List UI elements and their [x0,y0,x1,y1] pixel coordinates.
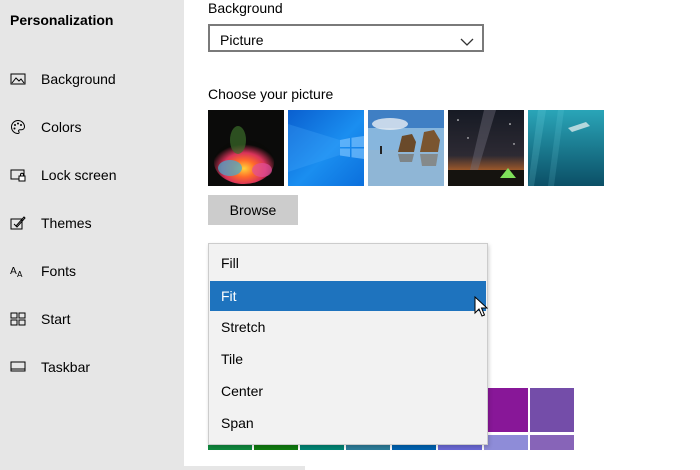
sidebar-item-label: Themes [41,215,92,231]
picture-thumbnail-beach-rocks[interactable] [368,110,444,186]
sidebar: Personalization Background Colors Lock s… [0,0,184,470]
dropdown-option-tile[interactable]: Tile [210,344,486,374]
color-swatch[interactable] [530,388,574,432]
sidebar-item-label: Lock screen [41,167,117,183]
sidebar-item-label: Fonts [41,263,77,279]
dropdown-option-stretch[interactable]: Stretch [210,312,486,342]
color-swatch[interactable] [484,435,528,450]
settings-window: Personalization Background Colors Lock s… [0,0,700,470]
choose-picture-label: Choose your picture [208,86,334,102]
sidebar-item-label: Taskbar [41,359,91,375]
themes-icon [10,215,26,231]
sidebar-item-colors[interactable]: Colors [0,107,184,147]
chevron-down-icon [460,34,474,46]
picture-thumbnail-color-powder[interactable] [208,110,284,186]
dropdown-option-span[interactable]: Span [210,408,486,438]
color-swatch[interactable] [530,435,574,450]
background-type-value: Picture [220,32,264,48]
sidebar-item-label: Start [41,311,71,327]
sidebar-item-themes[interactable]: Themes [0,203,184,243]
mouse-cursor-icon [474,295,489,318]
dropdown-option-fit[interactable]: Fit [210,281,486,311]
palette-icon [10,119,26,135]
sidebar-title: Personalization [10,12,114,28]
svg-text:A: A [17,270,23,279]
sidebar-item-lock-screen[interactable]: Lock screen [0,155,184,195]
sidebar-item-background[interactable]: Background [0,59,184,99]
start-icon [10,311,26,327]
sidebar-item-label: Colors [41,119,82,135]
background-type-select[interactable]: Picture [208,24,484,52]
svg-text:A: A [10,266,17,277]
lock-screen-icon [10,167,26,183]
picture-thumbnail-windows-blue[interactable] [288,110,364,186]
dropdown-option-center[interactable]: Center [210,376,486,406]
sidebar-item-label: Background [41,71,116,87]
picture-thumbnail-night-sky-tent[interactable] [448,110,524,186]
sidebar-item-start[interactable]: Start [0,299,184,339]
sidebar-item-taskbar[interactable]: Taskbar [0,347,184,387]
picture-thumbnail-underwater-swimmer[interactable] [528,110,604,186]
fit-dropdown-list: Fill Fit Stretch Tile Center Span [208,243,488,445]
bottom-strip [0,466,305,470]
fonts-icon: AA [10,263,26,279]
dropdown-option-fill[interactable]: Fill [210,248,486,278]
sidebar-item-fonts[interactable]: AA Fonts [0,251,184,291]
background-label: Background [208,0,283,16]
browse-button[interactable]: Browse [208,195,298,225]
taskbar-icon [10,359,26,375]
color-swatch[interactable] [484,388,528,432]
picture-icon [10,71,26,87]
